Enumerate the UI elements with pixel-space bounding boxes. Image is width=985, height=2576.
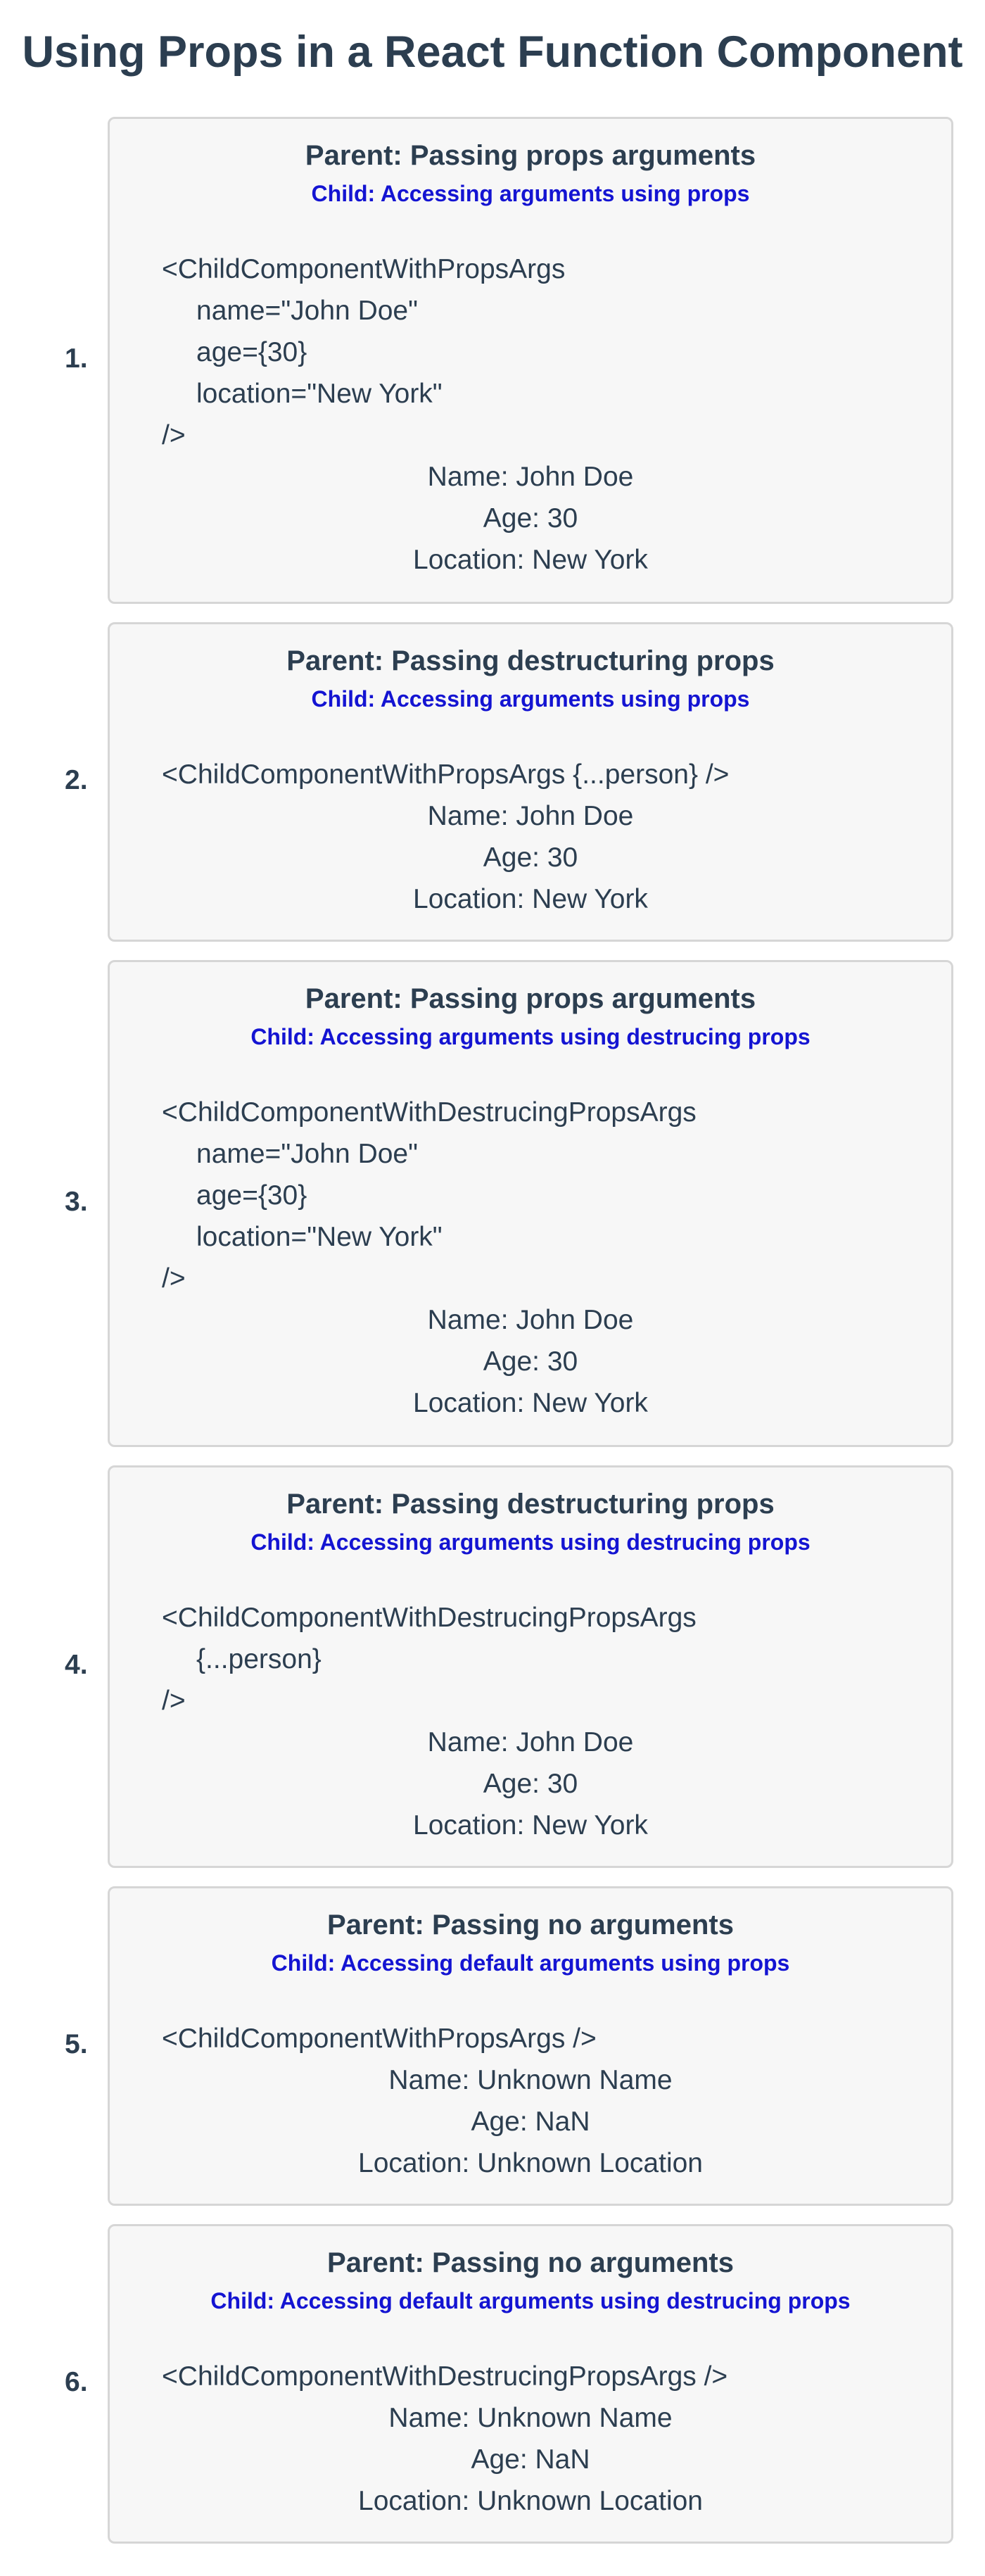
- child-title: Child: Accessing default arguments using…: [271, 1950, 790, 1976]
- parent-title: Parent: Passing no arguments: [327, 2247, 734, 2278]
- code-line: <ChildComponentWithPropsArgs: [162, 254, 566, 284]
- output-age: Age: 30: [483, 503, 578, 533]
- example-card: Parent: Passing no arguments Child: Acce…: [108, 2224, 953, 2544]
- example-number: 1.: [65, 343, 88, 374]
- example-number: 5.: [65, 2029, 88, 2059]
- example-card: Parent: Passing destructuring props Chil…: [108, 1465, 953, 1868]
- example-card: Parent: Passing props arguments Child: A…: [108, 960, 953, 1447]
- code-line: location="New York": [196, 379, 443, 409]
- output-age: Age: NaN: [471, 2107, 590, 2137]
- code-line: <ChildComponentWithPropsArgs />: [162, 2023, 597, 2054]
- output-age: Age: NaN: [471, 2444, 590, 2475]
- code-line: age={30}: [196, 1180, 307, 1211]
- example-card: Parent: Passing destructuring props Chil…: [108, 622, 953, 942]
- output-name: Name: John Doe: [427, 801, 634, 831]
- output-location: Location: New York: [413, 884, 648, 914]
- code-line: <ChildComponentWithDestrucingPropsArgs: [162, 1097, 697, 1128]
- parent-title: Parent: Passing props arguments: [305, 140, 756, 171]
- example-number: 3.: [65, 1187, 88, 1217]
- code-line: name="John Doe": [196, 296, 418, 326]
- example-card: Parent: Passing props arguments Child: A…: [108, 117, 953, 604]
- output-age: Age: 30: [483, 1769, 578, 1799]
- code-line: {...person}: [196, 1644, 322, 1674]
- output-name: Name: Unknown Name: [388, 2065, 673, 2095]
- example-number: 2.: [65, 765, 88, 795]
- parent-title: Parent: Passing destructuring props: [286, 645, 775, 676]
- output-location: Location: Unknown Location: [358, 2486, 703, 2516]
- output-location: Location: Unknown Location: [358, 2148, 703, 2178]
- code-line: age={30}: [196, 337, 307, 367]
- code-line: />: [162, 1263, 186, 1294]
- example-number: 6.: [65, 2367, 88, 2397]
- code-line: <ChildComponentWithDestrucingPropsArgs: [162, 1603, 697, 1633]
- parent-title: Parent: Passing no arguments: [327, 1909, 734, 1940]
- output-age: Age: 30: [483, 1346, 578, 1377]
- output-name: Name: John Doe: [427, 1727, 634, 1757]
- child-title: Child: Accessing default arguments using…: [210, 2288, 851, 2313]
- code-line: />: [162, 1686, 186, 1716]
- code-line: name="John Doe": [196, 1139, 418, 1169]
- parent-title: Parent: Passing destructuring props: [286, 1489, 775, 1520]
- code-line: location="New York": [196, 1222, 443, 1252]
- code-line: <ChildComponentWithDestrucingPropsArgs /…: [162, 2361, 728, 2392]
- child-title: Child: Accessing arguments using props: [311, 181, 750, 206]
- output-location: Location: New York: [413, 1810, 648, 1841]
- code-line: <ChildComponentWithPropsArgs {...person}…: [162, 759, 730, 790]
- output-name: Name: John Doe: [427, 462, 634, 492]
- output-location: Location: New York: [413, 1388, 648, 1418]
- example-card: Parent: Passing no arguments Child: Acce…: [108, 1886, 953, 2206]
- page-title: Using Props in a React Function Componen…: [22, 27, 963, 77]
- parent-title: Parent: Passing props arguments: [305, 983, 756, 1014]
- child-title: Child: Accessing arguments using destruc…: [250, 1024, 811, 1049]
- output-age: Age: 30: [483, 842, 578, 873]
- code-line: />: [162, 420, 186, 450]
- child-title: Child: Accessing arguments using destruc…: [250, 1529, 811, 1555]
- output-location: Location: New York: [413, 545, 648, 575]
- example-number: 4.: [65, 1650, 88, 1680]
- child-title: Child: Accessing arguments using props: [311, 686, 750, 712]
- output-name: Name: John Doe: [427, 1305, 634, 1335]
- output-name: Name: Unknown Name: [388, 2403, 673, 2433]
